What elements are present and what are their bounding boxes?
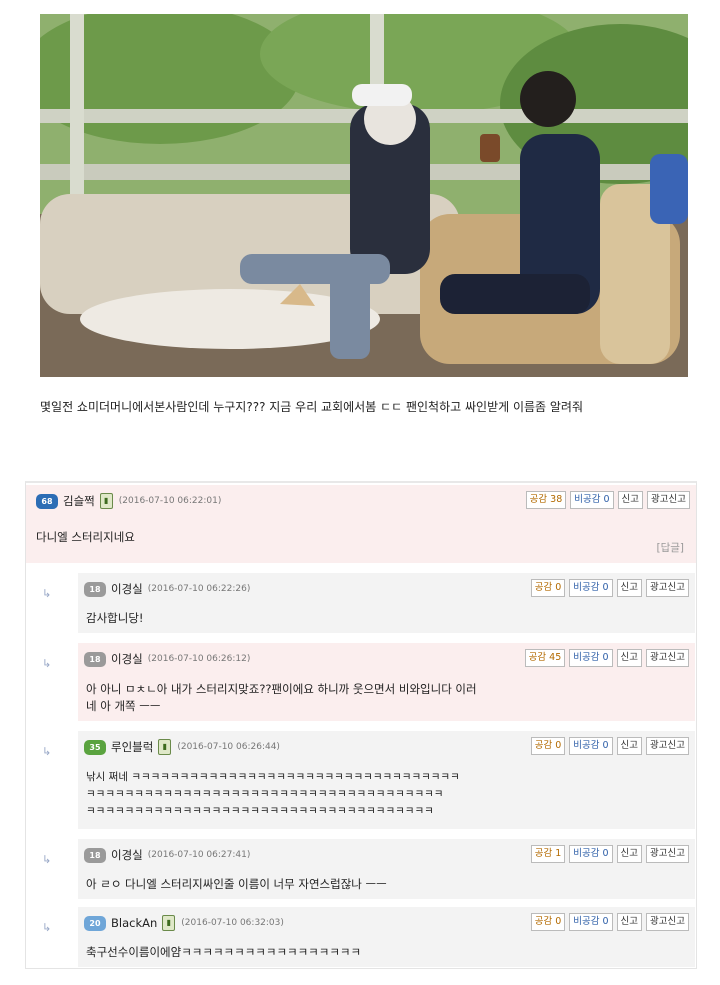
author-name[interactable]: 루인블럭 bbox=[111, 739, 153, 755]
author-name[interactable]: 이경실 bbox=[111, 651, 143, 667]
author-name[interactable]: 이경실 bbox=[111, 847, 143, 863]
comment-item: 35 루인블럭 ▮ (2016-07-10 06:26:44) 공감 0 비공감… bbox=[78, 731, 695, 829]
level-badge-icon: 18 bbox=[84, 581, 106, 597]
reply-arrow-icon: ↳ bbox=[42, 745, 52, 758]
report-button[interactable]: 신고 bbox=[616, 649, 643, 667]
comment-actions: 공감 1 비공감 0 신고 광고신고 bbox=[530, 845, 689, 863]
level-badge-icon: 35 bbox=[84, 739, 106, 755]
comment-item: 18 이경실 (2016-07-10 06:27:41) 공감 1 비공감 0 … bbox=[78, 839, 695, 899]
post-caption: 몇일전 쇼미더머니에서본사람인데 누구지??? 지금 우리 교회에서봄 ㄷㄷ 팬… bbox=[40, 400, 584, 414]
dislike-button[interactable]: 비공감 0 bbox=[569, 649, 613, 667]
comment-body: 낚시 쩌네 ㅋㅋㅋㅋㅋㅋㅋㅋㅋㅋㅋㅋㅋㅋㅋㅋㅋㅋㅋㅋㅋㅋㅋㅋㅋㅋㅋㅋㅋㅋㅋㅋㅋㅋ… bbox=[86, 769, 460, 820]
comment-item: 68 김슬쩍 ▮ (2016-07-10 06:22:01) 공감 38 비공감… bbox=[26, 485, 696, 563]
mobile-icon: ▮ bbox=[99, 493, 113, 509]
comment-body: 다니엘 스터리지네요 bbox=[36, 529, 135, 546]
comment-line: ㅋㅋㅋㅋㅋㅋㅋㅋㅋㅋㅋㅋㅋㅋㅋㅋㅋㅋㅋㅋㅋㅋㅋㅋㅋㅋㅋㅋㅋㅋㅋㅋㅋㅋㅋㅋㅋ bbox=[86, 788, 444, 800]
reply-arrow-icon: ↳ bbox=[42, 921, 52, 934]
like-button[interactable]: 공감 1 bbox=[530, 845, 566, 863]
comment-header: 18 이경실 (2016-07-10 06:26:12) bbox=[84, 649, 250, 669]
like-button[interactable]: 공감 38 bbox=[525, 491, 567, 509]
comment-line: 네 아 개쪽 ㅡㅡ bbox=[86, 699, 161, 713]
comment-actions: 공감 0 비공감 0 신고 광고신고 bbox=[530, 913, 689, 931]
comment-date: (2016-07-10 06:22:01) bbox=[118, 496, 222, 506]
comment-header: 20 BlackAn ▮ (2016-07-10 06:32:03) bbox=[84, 913, 284, 933]
dislike-button[interactable]: 비공감 0 bbox=[570, 491, 614, 509]
comment-body: 아 아니 ㅁㅊㄴ아 내가 스터리지맞죠??팬이에요 하니까 웃으면서 비와입니다… bbox=[86, 681, 477, 715]
dislike-button[interactable]: 비공감 0 bbox=[569, 845, 613, 863]
comment-line: 아 ㄹㅇ 다니엘 스터리지싸인줄 이름이 너무 자연스럽잖나 ㅡㅡ bbox=[86, 877, 387, 891]
comment-body: 아 ㄹㅇ 다니엘 스터리지싸인줄 이름이 너무 자연스럽잖나 ㅡㅡ bbox=[86, 876, 387, 893]
dislike-button[interactable]: 비공감 0 bbox=[569, 913, 613, 931]
comment-date: (2016-07-10 06:27:41) bbox=[147, 850, 251, 860]
comment-header: 68 김슬쩍 ▮ (2016-07-10 06:22:01) bbox=[36, 491, 221, 511]
report-button[interactable]: 신고 bbox=[616, 845, 643, 863]
comment-line: 감사합니당! bbox=[86, 611, 144, 625]
comment-line: ㅋㅋㅋㅋㅋㅋㅋㅋㅋㅋㅋㅋㅋㅋㅋㅋㅋㅋㅋㅋㅋㅋㅋㅋㅋㅋㅋㅋㅋㅋㅋㅋㅋㅋㅋㅋ bbox=[86, 805, 434, 817]
ad-report-button[interactable]: 광고신고 bbox=[646, 579, 689, 597]
comment-body: 감사합니당! bbox=[86, 610, 144, 627]
ad-report-button[interactable]: 광고신고 bbox=[646, 845, 689, 863]
ad-report-button[interactable]: 광고신고 bbox=[646, 649, 689, 667]
report-button[interactable]: 신고 bbox=[616, 579, 643, 597]
level-badge-icon: 68 bbox=[36, 493, 58, 509]
comment-board: 68 김슬쩍 ▮ (2016-07-10 06:22:01) 공감 38 비공감… bbox=[25, 481, 697, 969]
comment-line: 축구선수이름이에얌ㅋㅋㅋㅋㅋㅋㅋㅋㅋㅋㅋㅋㅋㅋㅋㅋㅋ bbox=[86, 945, 362, 959]
comment-header: 35 루인블럭 ▮ (2016-07-10 06:26:44) bbox=[84, 737, 280, 757]
reply-arrow-icon: ↳ bbox=[42, 853, 52, 866]
comment-date: (2016-07-10 06:22:26) bbox=[147, 584, 251, 594]
ad-report-button[interactable]: 광고신고 bbox=[646, 737, 689, 755]
like-button[interactable]: 공감 45 bbox=[524, 649, 566, 667]
level-badge-icon: 20 bbox=[84, 915, 106, 931]
comment-header: 18 이경실 (2016-07-10 06:27:41) bbox=[84, 845, 250, 865]
author-name[interactable]: BlackAn bbox=[111, 916, 157, 930]
level-badge-icon: 18 bbox=[84, 651, 106, 667]
comment-actions: 공감 38 비공감 0 신고 광고신고 bbox=[525, 491, 690, 509]
photo-illustration bbox=[40, 14, 688, 377]
author-name[interactable]: 김슬쩍 bbox=[63, 493, 95, 509]
ad-report-button[interactable]: 광고신고 bbox=[646, 913, 689, 931]
mobile-icon: ▮ bbox=[162, 915, 176, 931]
comment-item: 18 이경실 (2016-07-10 06:26:12) 공감 45 비공감 0… bbox=[78, 643, 695, 721]
comment-actions: 공감 45 비공감 0 신고 광고신고 bbox=[524, 649, 689, 667]
reply-arrow-icon: ↳ bbox=[42, 587, 52, 600]
report-button[interactable]: 신고 bbox=[617, 491, 644, 509]
like-button[interactable]: 공감 0 bbox=[530, 579, 566, 597]
comment-date: (2016-07-10 06:26:12) bbox=[147, 654, 251, 664]
comment-date: (2016-07-10 06:26:44) bbox=[177, 742, 280, 752]
comment-date: (2016-07-10 06:32:03) bbox=[181, 918, 284, 928]
level-badge-icon: 18 bbox=[84, 847, 106, 863]
dislike-button[interactable]: 비공감 0 bbox=[569, 579, 613, 597]
dislike-button[interactable]: 비공감 0 bbox=[569, 737, 613, 755]
report-button[interactable]: 신고 bbox=[616, 737, 643, 755]
comment-actions: 공감 0 비공감 0 신고 광고신고 bbox=[530, 737, 689, 755]
comment-line: 다니엘 스터리지네요 bbox=[36, 530, 135, 544]
like-button[interactable]: 공감 0 bbox=[530, 737, 566, 755]
comment-line: 아 아니 ㅁㅊㄴ아 내가 스터리지맞죠??팬이에요 하니까 웃으면서 비와입니다… bbox=[86, 682, 477, 696]
comment-actions: 공감 0 비공감 0 신고 광고신고 bbox=[530, 579, 689, 597]
comment-body: 축구선수이름이에얌ㅋㅋㅋㅋㅋㅋㅋㅋㅋㅋㅋㅋㅋㅋㅋㅋㅋ bbox=[86, 944, 361, 961]
mobile-icon: ▮ bbox=[158, 739, 172, 755]
reply-link[interactable]: [답글] bbox=[656, 540, 684, 555]
post-photo bbox=[40, 14, 688, 377]
like-button[interactable]: 공감 0 bbox=[530, 913, 566, 931]
ad-report-button[interactable]: 광고신고 bbox=[647, 491, 690, 509]
comment-item: 18 이경실 (2016-07-10 06:22:26) 공감 0 비공감 0 … bbox=[78, 573, 695, 633]
comment-line: 낚시 쩌네 ㅋㅋㅋㅋㅋㅋㅋㅋㅋㅋㅋㅋㅋㅋㅋㅋㅋㅋㅋㅋㅋㅋㅋㅋㅋㅋㅋㅋㅋㅋㅋㅋㅋㅋ bbox=[86, 771, 460, 783]
comment-header: 18 이경실 (2016-07-10 06:22:26) bbox=[84, 579, 250, 599]
report-button[interactable]: 신고 bbox=[616, 913, 643, 931]
comment-item: 20 BlackAn ▮ (2016-07-10 06:32:03) 공감 0 … bbox=[78, 907, 695, 967]
reply-arrow-icon: ↳ bbox=[42, 657, 52, 670]
author-name[interactable]: 이경실 bbox=[111, 581, 143, 597]
